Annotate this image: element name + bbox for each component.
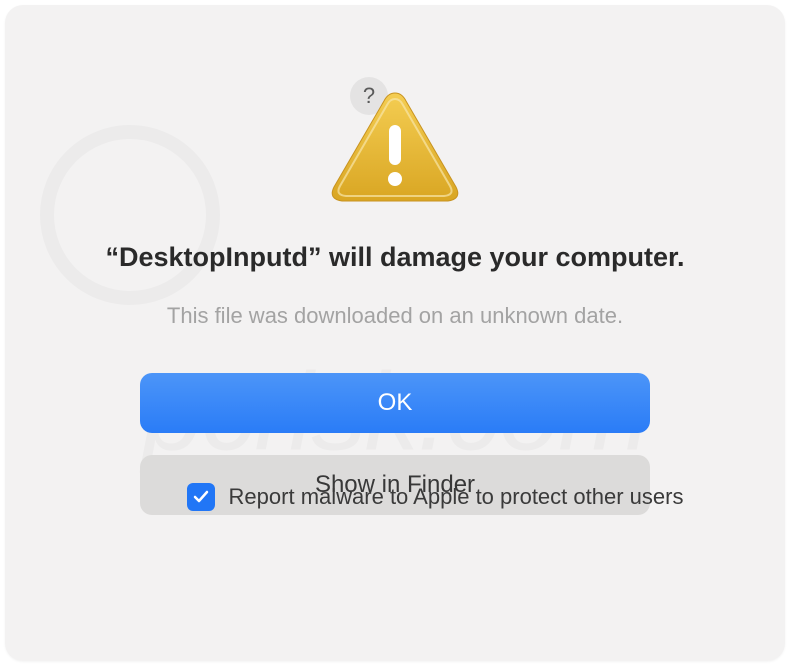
ok-button[interactable]: OK — [140, 373, 650, 433]
malware-warning-dialog: pcrisk.com ? “DesktopInputd” will damage… — [5, 5, 785, 661]
report-malware-checkbox[interactable] — [187, 483, 215, 511]
report-malware-row: Report malware to Apple to protect other… — [187, 483, 684, 511]
dialog-title: “DesktopInputd” will damage your compute… — [65, 240, 724, 275]
checkmark-icon — [192, 488, 210, 506]
dialog-subtitle: This file was downloaded on an unknown d… — [127, 303, 663, 329]
report-malware-label: Report malware to Apple to protect other… — [229, 484, 684, 510]
warning-icon — [330, 89, 460, 204]
